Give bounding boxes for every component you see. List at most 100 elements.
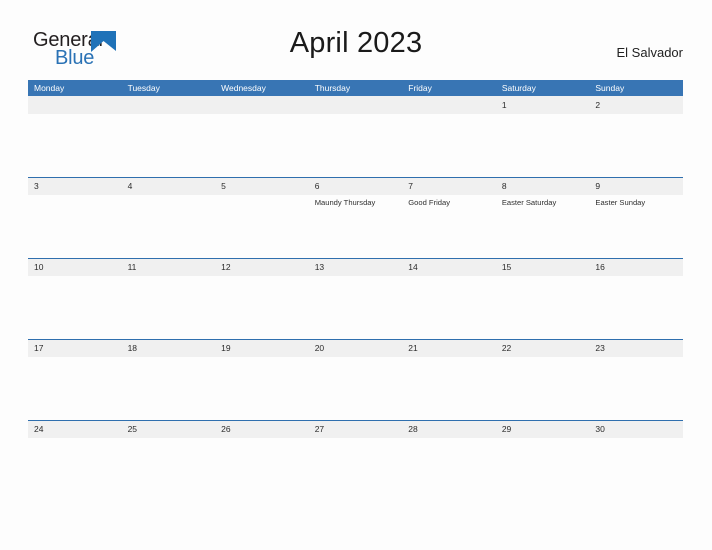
weekday-header-friday: Friday	[408, 83, 432, 93]
weekday-header-wednesday: Wednesday	[221, 83, 266, 93]
event-cell	[215, 276, 309, 340]
day-number: 25	[127, 424, 138, 434]
day-number: 7	[408, 181, 413, 191]
day-cell[interactable]: 9	[589, 178, 683, 195]
day-cell[interactable]	[309, 96, 403, 114]
day-cell[interactable]: 6	[309, 178, 403, 195]
event-cell	[496, 276, 590, 340]
day-cell[interactable]: 7	[402, 178, 496, 195]
day-cell[interactable]: 3	[28, 178, 122, 195]
event-cell	[309, 114, 403, 178]
event-label: Easter Saturday	[501, 198, 557, 207]
event-cell	[402, 357, 496, 421]
weekday-header-saturday: Saturday	[501, 83, 536, 93]
week-row: 1 2	[28, 96, 683, 177]
day-cell[interactable]: 21	[402, 340, 496, 357]
day-cell[interactable]: 10	[28, 259, 122, 276]
day-cell[interactable]: 27	[309, 421, 403, 438]
event-cell	[589, 276, 683, 340]
event-cell: Easter Saturday	[496, 195, 590, 259]
week-row: 10 11 12 13 14 15 16	[28, 258, 683, 339]
weekday-header-monday: Monday	[34, 83, 65, 93]
event-cell	[122, 114, 216, 178]
day-cell[interactable]	[122, 96, 216, 114]
week-event-area	[28, 438, 683, 502]
day-number: 28	[408, 424, 418, 434]
event-cell	[215, 114, 309, 178]
event-label: Easter Sunday	[595, 198, 646, 207]
day-number: 14	[408, 262, 418, 272]
day-cell[interactable]: 16	[589, 259, 683, 276]
day-cell[interactable]: 24	[28, 421, 122, 438]
day-cell[interactable]: 13	[309, 259, 403, 276]
day-cell[interactable]: 1	[496, 96, 590, 114]
week-row: 24 25 26 27 28 29 30	[28, 420, 683, 501]
event-cell	[215, 195, 309, 259]
day-cell[interactable]: 25	[122, 421, 216, 438]
event-cell	[402, 438, 496, 502]
day-cell[interactable]: 20	[309, 340, 403, 357]
day-cell[interactable]: 5	[215, 178, 309, 195]
weekday-header-sunday: Sunday	[595, 83, 625, 93]
event-cell: Easter Sunday	[589, 195, 683, 259]
day-cell[interactable]	[402, 96, 496, 114]
day-cell[interactable]: 28	[402, 421, 496, 438]
event-cell	[28, 114, 122, 178]
event-cell: Maundy Thursday	[309, 195, 403, 259]
event-cell	[122, 438, 216, 502]
day-cell[interactable]: 26	[215, 421, 309, 438]
weekday-header-thursday: Thursday	[314, 83, 351, 93]
week-event-area	[28, 114, 683, 178]
day-cell[interactable]: 19	[215, 340, 309, 357]
day-cell[interactable]: 14	[402, 259, 496, 276]
day-cell[interactable]: 12	[215, 259, 309, 276]
day-number: 4	[127, 181, 133, 191]
week-event-area: Maundy Thursday Good Friday Easter Satur…	[28, 195, 683, 259]
day-cell[interactable]: 18	[122, 340, 216, 357]
region-label: El Salvador	[616, 45, 683, 60]
day-cell[interactable]: 17	[28, 340, 122, 357]
day-number: 15	[501, 262, 512, 272]
day-cell[interactable]	[215, 96, 309, 114]
day-cell[interactable]: 11	[122, 259, 216, 276]
day-number: 10	[34, 262, 44, 272]
day-number: 30	[595, 424, 605, 434]
day-number: 8	[501, 181, 507, 191]
day-number: 29	[501, 424, 512, 434]
week-row: 17 18 19 20 21 22 23	[28, 339, 683, 420]
day-cell[interactable]: 22	[496, 340, 590, 357]
day-number: 17	[34, 343, 44, 353]
day-cell[interactable]: 23	[589, 340, 683, 357]
day-cell[interactable]: 8	[496, 178, 590, 195]
page-title: April 2023	[289, 27, 423, 59]
day-cell[interactable]: 30	[589, 421, 683, 438]
event-cell	[309, 276, 403, 340]
event-cell	[28, 438, 122, 502]
day-cell[interactable]: 29	[496, 421, 590, 438]
week-date-band: 3 4 5 6 7 8 9	[28, 177, 683, 195]
event-cell	[402, 114, 496, 178]
event-cell	[215, 357, 309, 421]
event-cell	[28, 276, 122, 340]
day-cell[interactable]: 2	[589, 96, 683, 114]
day-number: 23	[595, 343, 605, 353]
event-cell	[215, 438, 309, 502]
event-cell	[496, 357, 590, 421]
day-number: 5	[221, 181, 226, 191]
event-cell	[496, 438, 590, 502]
day-number: 2	[595, 100, 601, 110]
event-cell	[28, 195, 122, 259]
event-cell	[122, 357, 216, 421]
day-number: 9	[595, 181, 601, 191]
event-label: Good Friday	[408, 198, 451, 207]
event-cell	[122, 195, 216, 259]
day-number: 12	[221, 262, 231, 272]
day-cell[interactable]: 4	[122, 178, 216, 195]
day-cell[interactable]: 15	[496, 259, 590, 276]
event-cell	[589, 357, 683, 421]
day-number: 6	[314, 181, 320, 191]
day-number: 26	[221, 424, 231, 434]
week-row: 3 4 5 6 7 8 9 Maundy Thursday Good Frida…	[28, 177, 683, 258]
week-event-area	[28, 276, 683, 340]
day-cell[interactable]	[28, 96, 122, 114]
